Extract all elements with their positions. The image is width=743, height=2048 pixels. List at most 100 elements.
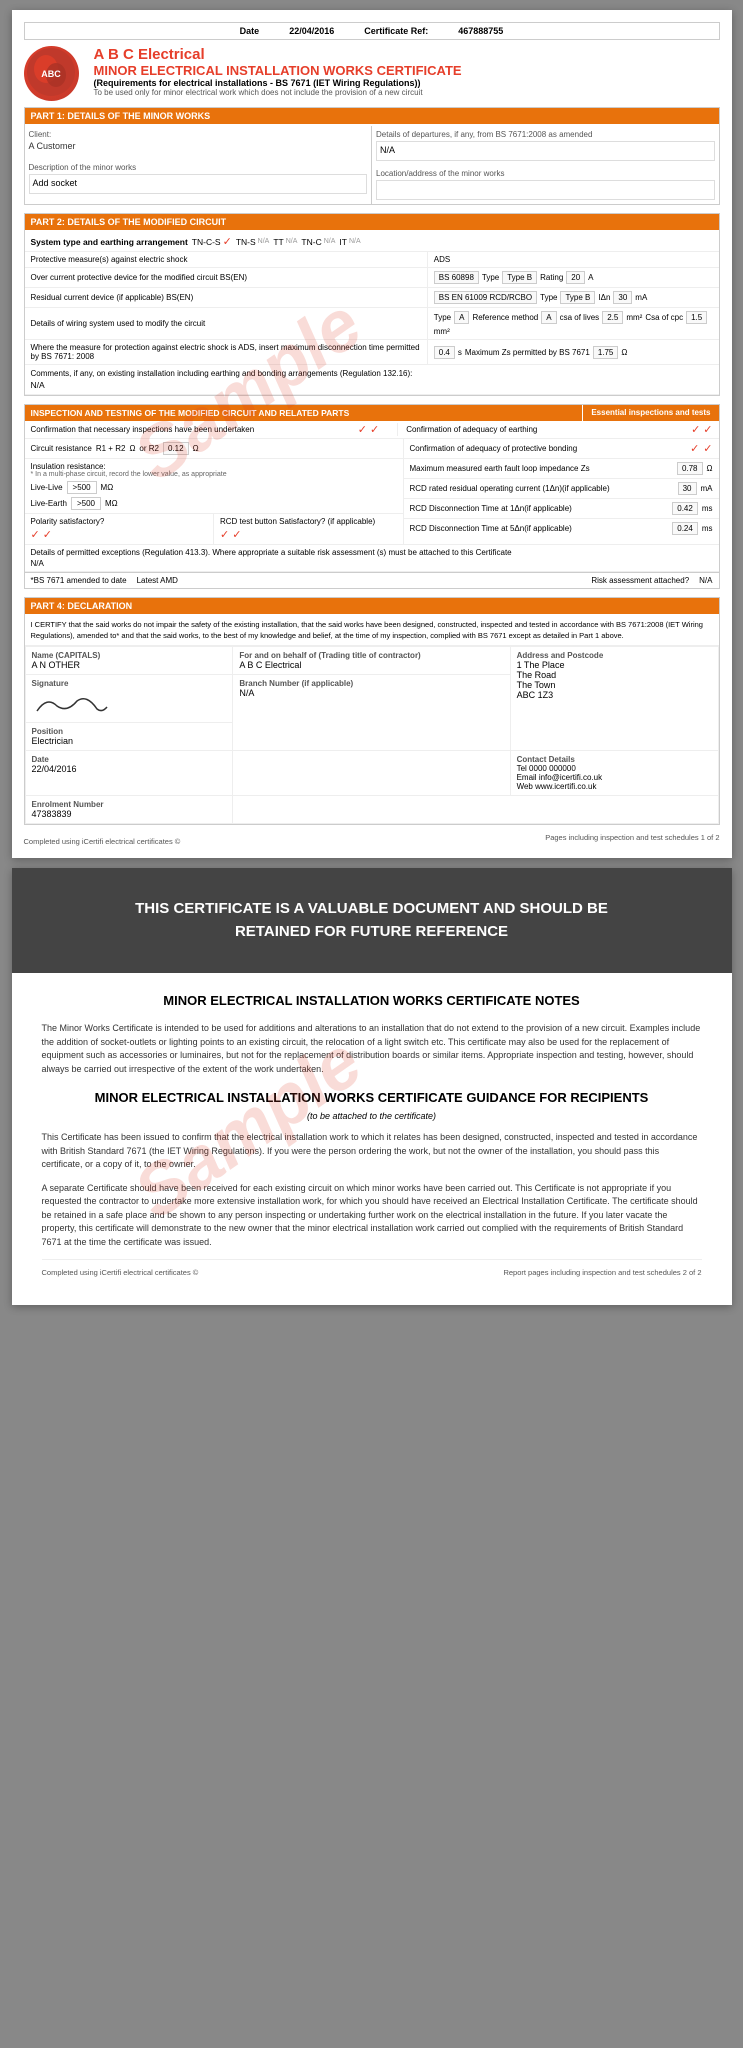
polarity-checks: ✓ ✓ <box>31 528 208 541</box>
rcd-disc-1-row: RCD Disconnection Time at 1Δn(if applica… <box>404 499 719 519</box>
date-ref-bar: Date 22/04/2016 Certificate Ref: 4678887… <box>24 22 720 40</box>
guidance-body2: A separate Certificate should have been … <box>42 1182 702 1250</box>
part1-left: Client: A Customer Description of the mi… <box>25 126 373 204</box>
bonding-row: Confirmation of adequacy of protective b… <box>404 439 719 459</box>
polarity-rcd-row: Polarity satisfactory? ✓ ✓ RCD test butt… <box>25 513 403 544</box>
comments-label: Comments, if any, on existing installati… <box>31 369 713 378</box>
amended-row: *BS 7671 amended to date Latest AMD Risk… <box>25 572 719 588</box>
tns-item: TN-S N/A <box>236 237 270 247</box>
permitted-block: Details of permitted exceptions (Regulat… <box>25 545 719 572</box>
permitted-value: N/A <box>31 559 713 568</box>
client-value: A Customer <box>29 141 368 151</box>
contact-label: Contact Details <box>517 755 712 764</box>
declaration-text: I CERTIFY that the said works do not imp… <box>25 616 719 646</box>
polarity-block: Polarity satisfactory? ✓ ✓ <box>25 514 215 544</box>
cert-ref-value: 467888755 <box>458 26 503 36</box>
r1r2-val: 0.12 <box>163 442 189 455</box>
circuit-res-row: Circuit resistance R1 + R2 Ω or R2 0.12 … <box>25 439 403 459</box>
part3-essential: Essential inspections and tests <box>582 405 718 421</box>
rcd-rated-row: RCD rated residual operating current (1Δ… <box>404 479 719 499</box>
rcd-disc-5-val: 0.24 <box>672 522 698 535</box>
wiring-value: Type A Reference method A csa of lives 2… <box>428 308 719 339</box>
footer-left: Completed using iCertifi electrical cert… <box>24 837 181 846</box>
part1: PART 1: DETAILS OF THE MINOR WORKS Clien… <box>24 107 720 205</box>
live-live-val: >500 <box>67 481 97 494</box>
departures-label: Details of departures, if any, from BS 7… <box>376 130 715 139</box>
rating-value: 20 <box>566 271 585 284</box>
sig-label: Signature <box>32 679 227 688</box>
bonding-label: Confirmation of adequacy of protective b… <box>410 444 687 453</box>
rcd-test-label: RCD test button Satisfactory? (if applic… <box>220 517 397 526</box>
overcurrent-label: Over current protective device for the m… <box>25 268 428 287</box>
wiring-row: Details of wiring system used to modify … <box>25 308 719 340</box>
company-name: A B C Electrical <box>94 46 720 63</box>
guidance-body1: This Certificate has been issued to conf… <box>42 1131 702 1172</box>
overcurrent-bs: BS 60898 <box>434 271 479 284</box>
location-value <box>376 180 715 200</box>
page2-footer: Completed using iCertifi electrical cert… <box>42 1259 702 1285</box>
insul-note: * In a multi-phase circuit, record the l… <box>31 471 397 478</box>
tncs-item: TN-C-S ✓ <box>192 235 232 248</box>
location-label: Location/address of the minor works <box>376 169 715 178</box>
position-value: Electrician <box>32 736 227 746</box>
cert-header: ABC A B C Electrical MINOR ELECTRICAL IN… <box>24 46 720 101</box>
it-item: IT N/A <box>339 237 360 247</box>
notes-title: MINOR ELECTRICAL INSTALLATION WORKS CERT… <box>42 993 702 1008</box>
svg-text:ABC: ABC <box>41 69 61 79</box>
branch-value: N/A <box>239 688 503 698</box>
for-label: For and on behalf of (Trading title of c… <box>239 651 503 660</box>
or-r2-label: or R2 <box>139 444 159 453</box>
type-label: Type <box>482 273 499 282</box>
bonding-zs-block: Confirmation of adequacy of protective b… <box>404 439 719 544</box>
date-value2: 22/04/2016 <box>32 764 227 774</box>
wiring-type: Type <box>434 313 451 322</box>
rcd-type-label: Type <box>540 293 557 302</box>
resist-block: Circuit resistance R1 + R2 Ω or R2 0.12 … <box>25 439 404 544</box>
insp-row-1: Confirmation that necessary inspections … <box>25 421 719 439</box>
part4-header: PART 4: DECLARATION <box>25 598 719 614</box>
sig-table: Name (CAPITALS) A N OTHER For and on beh… <box>25 646 719 824</box>
overcurrent-row: Over current protective device for the m… <box>25 268 719 288</box>
csa-cpc-label: Csa of cpc <box>645 313 683 322</box>
live-live-label: Live-Live <box>31 483 63 492</box>
date-value: 22/04/2016 <box>289 26 334 36</box>
idn-label: IΔn <box>598 293 610 302</box>
header-text: A B C Electrical MINOR ELECTRICAL INSTAL… <box>94 46 720 97</box>
part1-right: Details of departures, if any, from BS 7… <box>372 126 719 204</box>
name-label: Name (CAPITALS) <box>32 651 227 660</box>
footer-right: Pages including inspection and test sche… <box>545 833 719 846</box>
rcd-disc-5-label: RCD Disconnection Time at 5Δn(if applica… <box>410 524 669 533</box>
rcd-test-checks: ✓ ✓ <box>220 528 397 541</box>
system-label: System type and earthing arrangement <box>31 237 188 247</box>
latest-amd-label: Latest AMD <box>137 576 178 585</box>
part2-header: PART 2: DETAILS OF THE MODIFIED CIRCUIT <box>25 214 719 230</box>
rating-unit: A <box>588 273 593 282</box>
live-live-unit: MΩ <box>101 483 114 492</box>
departures-value: N/A <box>376 141 715 161</box>
page1-footer: Completed using iCertifi electrical cert… <box>24 833 720 846</box>
resist-bond-row: Circuit resistance R1 + R2 Ω or R2 0.12 … <box>25 439 719 545</box>
earth-fault-unit: Ω <box>707 464 713 473</box>
address-label: Address and Postcode <box>517 651 712 660</box>
name-value: A N OTHER <box>32 660 227 670</box>
rcd-rated-unit: mA <box>701 484 713 493</box>
r2-unit: Ω <box>193 444 199 453</box>
protective-label: Protective measure(s) against electric s… <box>25 252 428 267</box>
signature-svg <box>32 691 112 716</box>
protection-row: Where the measure for protection against… <box>25 340 719 365</box>
insp-earthing-checks: ✓ ✓ <box>685 421 718 438</box>
live-earth-row: Live-Earth >500 MΩ <box>31 497 397 510</box>
risk-label: Risk assessment attached? <box>591 576 689 585</box>
rcd-row: Residual current device (if applicable) … <box>25 288 719 308</box>
insp-earthing-label: Confirmation of adequacy of earthing <box>397 423 685 436</box>
ref-method-label: Reference method <box>472 313 538 322</box>
rcd-label: Residual current device (if applicable) … <box>25 288 428 307</box>
rcd-value: BS EN 61009 RCD/RCBO Type Type B IΔn 30 … <box>428 288 719 307</box>
date-label: Date <box>240 26 260 36</box>
date-label2: Date <box>32 755 227 764</box>
page2-footer-left: Completed using iCertifi electrical cert… <box>42 1268 199 1277</box>
type-value: Type B <box>502 271 537 284</box>
cert-title: MINOR ELECTRICAL INSTALLATION WORKS CERT… <box>94 63 720 78</box>
bs7671-label: *BS 7671 amended to date <box>31 576 127 585</box>
live-earth-unit: MΩ <box>105 499 118 508</box>
